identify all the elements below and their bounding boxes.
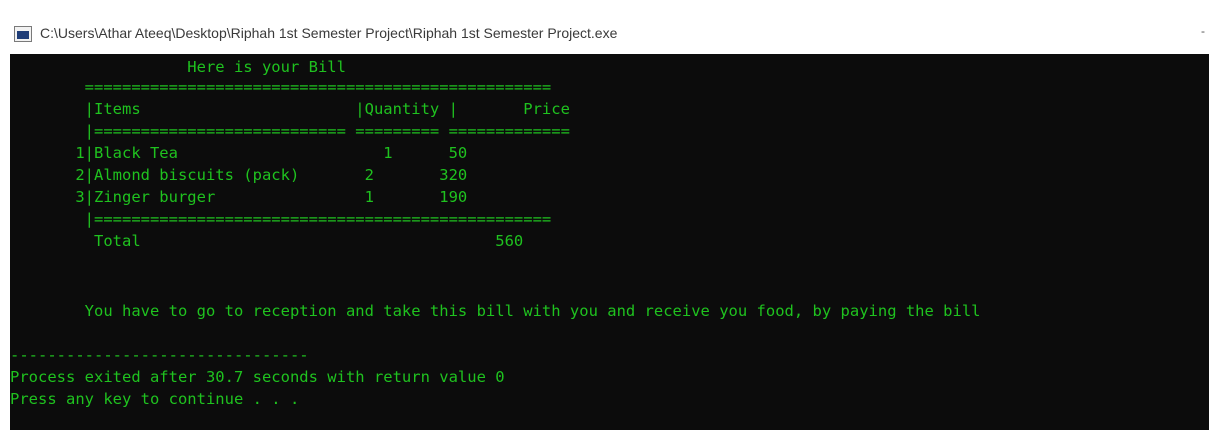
- minimize-button[interactable]: -: [1201, 24, 1205, 38]
- bill-row: 3|Zinger burger 1 190: [10, 188, 468, 206]
- title-bar[interactable]: C:\Users\Athar Ateeq\Desktop\Riphah 1st …: [0, 14, 1209, 54]
- bill-total: Total 560: [10, 232, 524, 250]
- background-window-edge: [0, 54, 10, 430]
- bill-separator-top: ========================================…: [10, 78, 552, 96]
- continue-prompt: Press any key to continue . . .: [10, 390, 300, 408]
- console-app-icon[interactable]: [14, 26, 32, 42]
- bill-heading: Here is your Bill: [10, 58, 346, 76]
- bill-column-headers: |Items |Quantity | Price: [10, 100, 570, 118]
- bill-row: 2|Almond biscuits (pack) 2 320: [10, 166, 468, 184]
- bill-row: 1|Black Tea 1 50: [10, 144, 468, 162]
- window-title: C:\Users\Athar Ateeq\Desktop\Riphah 1st …: [40, 25, 618, 41]
- process-exit-message: Process exited after 30.7 seconds with r…: [10, 368, 505, 386]
- reception-message: You have to go to reception and take thi…: [10, 302, 981, 320]
- bill-separator-bottom: |=======================================…: [10, 210, 552, 228]
- console-window: C:\Users\Athar Ateeq\Desktop\Riphah 1st …: [0, 0, 1209, 430]
- console-output[interactable]: Here is your Bill ======================…: [10, 54, 1209, 430]
- process-divider: --------------------------------: [10, 346, 309, 364]
- bill-separator-header: |=========================== ========= =…: [10, 122, 570, 140]
